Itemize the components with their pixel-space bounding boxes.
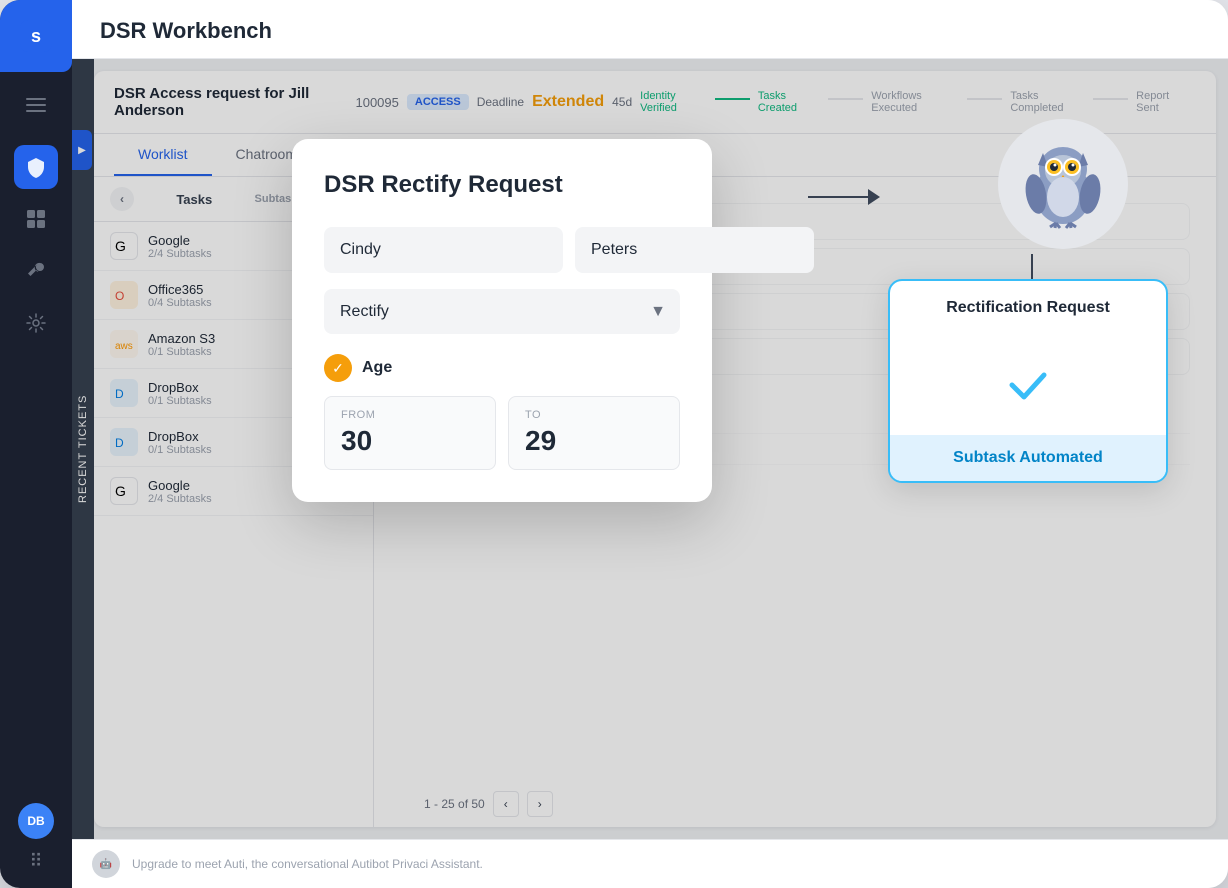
sidebar-item-settings[interactable] <box>14 301 58 345</box>
age-check-icon: ✓ <box>324 354 352 382</box>
from-value: 30 <box>341 425 479 457</box>
sidebar-item-dashboard[interactable] <box>14 197 58 241</box>
sidebar-nav <box>14 145 58 803</box>
age-fields-row: FROM 30 To 29 <box>324 396 680 470</box>
hamburger-menu[interactable] <box>18 90 54 125</box>
bottom-bar: 🤖 Upgrade to meet Auti, the conversation… <box>72 839 1228 888</box>
from-label: FROM <box>341 409 479 421</box>
content-area: RECENT TICKETS DSR Access request for Ji… <box>72 59 1228 839</box>
modal-overlay: DSR Rectify Request Rectify ▼ <box>72 59 1228 839</box>
sidebar-item-tools[interactable] <box>14 249 58 293</box>
sidebar-item-shield[interactable] <box>14 145 58 189</box>
rect-checkmark-icon <box>998 355 1058 415</box>
to-age-box: To 29 <box>508 396 680 470</box>
app-logo: s <box>0 0 72 72</box>
to-value: 29 <box>525 425 663 457</box>
sidebar: s <box>0 0 72 888</box>
sidebar-bottom: DB ⠿ <box>18 803 54 888</box>
dsr-modal: DSR Rectify Request Rectify ▼ <box>292 139 712 502</box>
page-header: DSR Workbench <box>72 0 1228 59</box>
rectification-card: Rectification Request Subtask Automated <box>888 279 1168 483</box>
to-label: To <box>525 409 663 421</box>
arrow-right <box>808 189 880 205</box>
dsr-modal-title: DSR Rectify Request <box>324 171 680 199</box>
from-age-box: FROM 30 <box>324 396 496 470</box>
svg-text:s: s <box>31 26 41 46</box>
rect-card-footer: Subtask Automated <box>890 435 1166 481</box>
bot-avatar: 🤖 <box>92 850 120 878</box>
age-section: ✓ Age FROM 30 To 29 <box>324 354 680 470</box>
dsr-type-row: Rectify ▼ <box>324 289 680 334</box>
dsr-type-wrapper: Rectify ▼ <box>324 289 680 334</box>
last-name-input[interactable] <box>575 227 814 273</box>
age-label: Age <box>362 359 392 377</box>
owl-mascot <box>998 119 1128 249</box>
rect-check-area <box>890 335 1166 435</box>
main-content: DSR Workbench RECENT TICKETS DSR Access … <box>72 0 1228 888</box>
first-name-input[interactable] <box>324 227 563 273</box>
apps-icon[interactable]: ⠿ <box>29 851 42 872</box>
owl-circle <box>998 119 1128 249</box>
user-avatar[interactable]: DB <box>18 803 54 839</box>
age-label-row: ✓ Age <box>324 354 680 382</box>
rect-card-title: Rectification Request <box>890 281 1166 335</box>
dsr-name-row <box>324 227 680 273</box>
dsr-type-select[interactable]: Rectify <box>324 289 680 334</box>
upgrade-text: Upgrade to meet Auti, the conversational… <box>132 857 483 871</box>
page-title: DSR Workbench <box>100 18 1200 44</box>
